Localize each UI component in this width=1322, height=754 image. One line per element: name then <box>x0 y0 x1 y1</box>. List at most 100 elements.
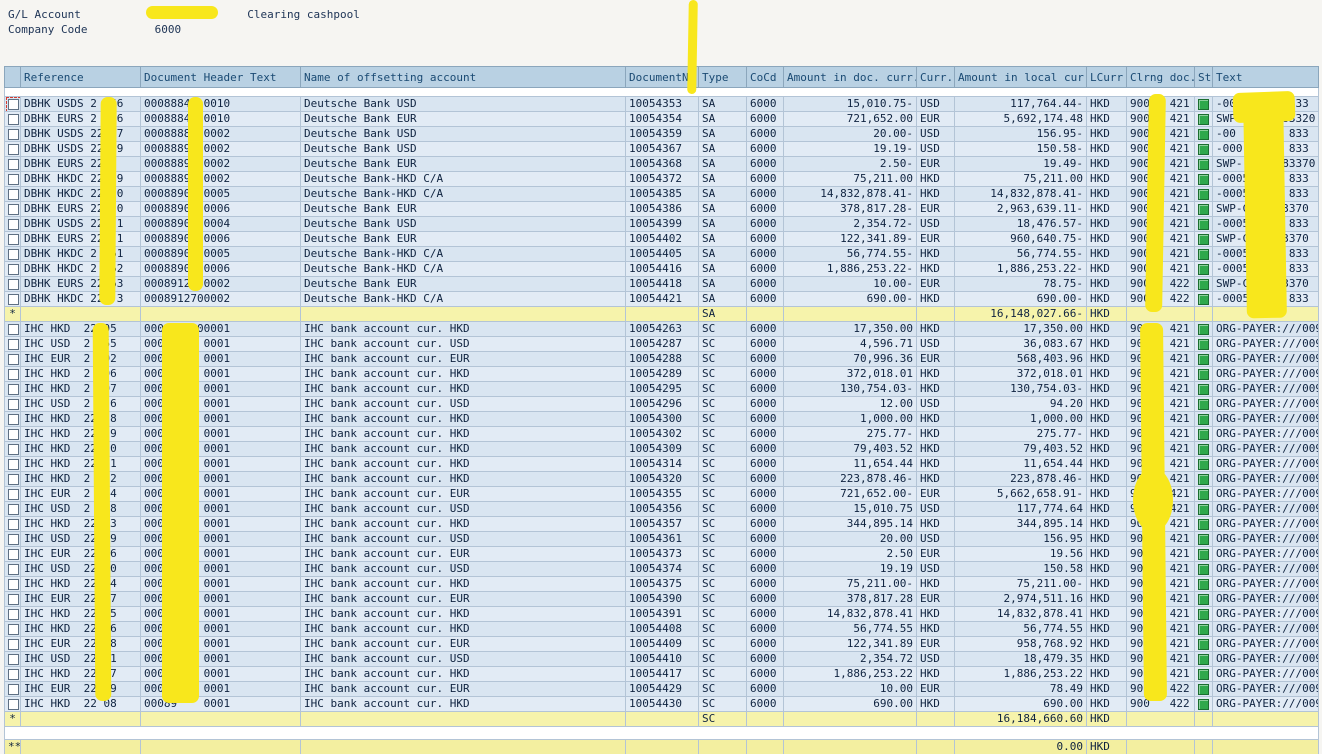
line-item-row[interactable]: IHC EUR 22 7 00089 0001 IHC bank account c… <box>4 591 1319 607</box>
line-item-row[interactable]: IHC HKD 22 9 00088 0001 IHC bank account c… <box>4 426 1319 442</box>
line-item-row[interactable]: IHC EUR 2 94 00088 0001 IHC bank account c… <box>4 486 1319 502</box>
column-header-cocd[interactable]: CoCd <box>746 66 784 88</box>
line-item-row[interactable]: IHC HKD 22 1 00088 0001 IHC bank account c… <box>4 456 1319 472</box>
row-checkbox[interactable] <box>6 97 20 111</box>
column-header-ref[interactable]: Reference <box>20 66 141 88</box>
row-checkbox[interactable] <box>8 698 19 710</box>
row-checkbox[interactable] <box>8 503 19 515</box>
line-item-row[interactable]: IHC USD 2 58 00088 0001 IHC bank account c… <box>4 501 1319 517</box>
row-checkbox[interactable] <box>8 533 19 545</box>
line-item-row[interactable]: IHC HKD 2 02 00088 0001 IHC bank account c… <box>4 471 1319 487</box>
line-item-row[interactable]: DBHK USDS 22 7 0008888 0002 Deutsche Bank … <box>4 126 1319 142</box>
column-header-docno[interactable]: DocumentNo <box>625 66 699 88</box>
line-item-row[interactable]: IHC EUR 22 6 00088 0001 IHC bank account c… <box>4 546 1319 562</box>
row-checkbox[interactable] <box>8 653 19 665</box>
line-item-row[interactable]: DBHK USDS 22 1 0008890 00004 Deutsche Bank… <box>4 216 1319 232</box>
line-item-row[interactable]: DBHK USDS 2 56 0008884 0010 Deutsche Bank … <box>4 96 1319 112</box>
column-header-amt_doc[interactable]: Amount in doc. curr. <box>783 66 917 88</box>
row-checkbox[interactable] <box>8 473 19 485</box>
row-checkbox[interactable] <box>8 593 19 605</box>
column-header-type[interactable]: Type <box>698 66 747 88</box>
line-item-row[interactable]: IHC USD 22 1 00089 0001 IHC bank account c… <box>4 651 1319 667</box>
line-item-row[interactable]: DBHK HKDC 22 9 0008889 00002 Deutsche Bank… <box>4 171 1319 187</box>
row-checkbox[interactable] <box>8 458 19 470</box>
row-checkbox[interactable] <box>8 518 19 530</box>
cell-amt_doc: 721,652.00- <box>783 486 917 502</box>
line-item-row[interactable]: IHC HKD 2 97 00088 0001 IHC bank account c… <box>4 381 1319 397</box>
column-header-clrng[interactable]: Clrng doc. <box>1126 66 1195 88</box>
cell-curr: USD <box>916 396 955 412</box>
line-item-row[interactable]: IHC EUR 22 9 00089 0001 IHC bank account c… <box>4 681 1319 697</box>
line-item-row[interactable]: IHC HKD 22 7 00089 0001 IHC bank account c… <box>4 666 1319 682</box>
row-checkbox[interactable] <box>8 443 19 455</box>
line-item-row[interactable]: IHC HKD 22095 0008822400001 IHC bank accou… <box>4 321 1319 337</box>
column-header-name[interactable]: Name of offsetting account <box>300 66 626 88</box>
line-item-row[interactable]: IHC USD 2 55 00088 0001 IHC bank account c… <box>4 336 1319 352</box>
row-checkbox[interactable] <box>8 248 19 260</box>
row-checkbox[interactable] <box>8 608 19 620</box>
line-item-row[interactable]: DBHK HKDC 22 3 0008912700002 Deutsche Bank… <box>4 291 1319 307</box>
line-item-row[interactable]: IHC USD 22 9 00088 0001 IHC bank account c… <box>4 531 1319 547</box>
line-item-row[interactable]: IHC EUR 22 8 00089 0001 IHC bank account c… <box>4 636 1319 652</box>
row-checkbox[interactable] <box>8 263 19 275</box>
row-checkbox[interactable] <box>8 488 19 500</box>
row-checkbox[interactable] <box>8 323 19 335</box>
line-item-row[interactable]: IHC USD 2 6 00088 0001 IHC bank account cu… <box>4 396 1319 412</box>
line-item-row[interactable]: DBHK EURS 2 6 0008884 0010 Deutsche Bank E… <box>4 111 1319 127</box>
line-item-row[interactable]: DBHK EURS 22 1 0008890 00006 Deutsche Bank… <box>4 231 1319 247</box>
row-checkbox[interactable] <box>8 683 19 695</box>
column-header-dht[interactable]: Document Header Text <box>140 66 301 88</box>
line-item-row[interactable]: DBHK HKDC 22 0 0008890 00005 Deutsche Bank… <box>4 186 1319 202</box>
row-checkbox[interactable] <box>8 158 19 170</box>
line-item-row[interactable]: IHC EUR 2 92 00088 0001 IHC bank account c… <box>4 351 1319 367</box>
row-checkbox[interactable] <box>8 353 19 365</box>
row-checkbox[interactable] <box>8 368 19 380</box>
row-checkbox[interactable] <box>8 113 19 125</box>
row-checkbox[interactable] <box>8 548 19 560</box>
line-item-row[interactable]: IHC HKD 22 5 00089 0001 IHC bank account c… <box>4 606 1319 622</box>
column-header-amt_loc[interactable]: Amount in local cur. <box>954 66 1087 88</box>
line-item-row[interactable]: DBHK USDS 22 9 0008889 00002 Deutsche Bank… <box>4 141 1319 157</box>
row-checkbox[interactable] <box>8 203 19 215</box>
row-checkbox[interactable] <box>8 383 19 395</box>
cell-select <box>4 621 21 637</box>
row-checkbox[interactable] <box>8 188 19 200</box>
line-item-row[interactable]: DBHK EURS 22 0 0008890 00006 Deutsche Bank… <box>4 201 1319 217</box>
line-item-row[interactable]: DBHK HKDC 2 61 0008890 00005 Deutsche Bank… <box>4 246 1319 262</box>
line-item-row[interactable]: DBHK EURS 22 63 0008912600002 Deutsche Ban… <box>4 276 1319 292</box>
row-checkbox[interactable] <box>8 128 19 140</box>
row-checkbox[interactable] <box>8 338 19 350</box>
line-item-row[interactable]: IHC HKD 22 6 00089 0001 IHC bank account c… <box>4 621 1319 637</box>
row-checkbox[interactable] <box>8 623 19 635</box>
column-header-text[interactable]: Text <box>1212 66 1319 88</box>
row-checkbox[interactable] <box>8 218 19 230</box>
line-item-row[interactable]: DBHK HKDC 2 62 0008890 00006 Deutsche Bank… <box>4 261 1319 277</box>
row-checkbox[interactable] <box>8 428 19 440</box>
cell-curr: EUR <box>916 681 955 697</box>
row-checkbox[interactable] <box>8 668 19 680</box>
line-item-row[interactable]: IHC HKD 2 096 00088 0001 IHC bank account … <box>4 366 1319 382</box>
cell-text: -0005 -0 833 <box>1212 216 1319 232</box>
line-item-row[interactable]: IHC HKD 22 08 00089 0001 IHC bank account … <box>4 696 1319 712</box>
row-checkbox[interactable] <box>8 293 19 305</box>
line-item-row[interactable]: IHC HKD 22 04 00088 0001 IHC bank account … <box>4 576 1319 592</box>
line-item-row[interactable]: IHC HKD 22 8 00088 0001 IHC bank account c… <box>4 411 1319 427</box>
line-item-row[interactable]: IHC USD 22 0 00088 0001 IHC bank account c… <box>4 561 1319 577</box>
column-header-st[interactable]: St <box>1194 66 1213 88</box>
line-item-row[interactable]: DBHK EURS 22 0008889 00002 Deutsche Bank … <box>4 156 1319 172</box>
cell-docno: 10054390 <box>625 591 699 607</box>
row-checkbox[interactable] <box>8 233 19 245</box>
row-checkbox[interactable] <box>8 143 19 155</box>
row-checkbox[interactable] <box>8 398 19 410</box>
line-item-row[interactable]: IHC HKD 22 0 00088 0001 IHC bank account c… <box>4 441 1319 457</box>
column-header-lcurr[interactable]: LCurr <box>1086 66 1127 88</box>
row-checkbox[interactable] <box>8 278 19 290</box>
column-header-curr[interactable]: Curr. <box>916 66 955 88</box>
row-checkbox[interactable] <box>8 413 19 425</box>
row-checkbox[interactable] <box>8 638 19 650</box>
line-item-row[interactable]: IHC HKD 22 3 00088 0001 IHC bank account c… <box>4 516 1319 532</box>
cell-ref: DBHK HKDC 2 61 <box>20 246 141 262</box>
row-checkbox[interactable] <box>8 563 19 575</box>
row-checkbox[interactable] <box>8 173 19 185</box>
row-checkbox[interactable] <box>8 578 19 590</box>
